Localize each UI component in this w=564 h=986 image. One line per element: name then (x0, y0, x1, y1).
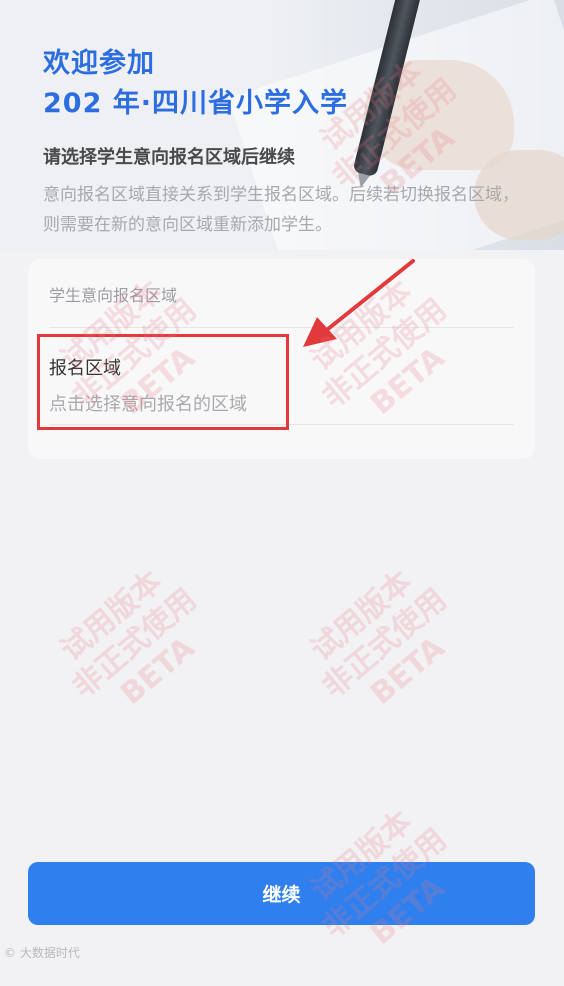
page-title-line2: 202 年·四川省小学入学 (43, 88, 349, 119)
continue-button[interactable]: 继续 (28, 862, 535, 925)
image-credit: © 大数据时代 (4, 946, 80, 960)
highlight-annotation-box (37, 334, 289, 430)
watermark: 试用版本 非正式使用 BETA (304, 564, 454, 712)
annotation-arrow-icon (303, 259, 415, 347)
watermark: 试用版本 非正式使用 BETA (54, 564, 204, 712)
intro-subtitle: 请选择学生意向报名区域后继续 (43, 147, 295, 168)
intro-description: 意向报名区域直接关系到学生报名区域。后续若切换报名区域，则需要在新的意向区域重新… (43, 185, 519, 235)
page-title-line1: 欢迎参加 (43, 48, 155, 79)
section-label: 学生意向报名区域 (49, 286, 178, 305)
divider (49, 327, 514, 328)
